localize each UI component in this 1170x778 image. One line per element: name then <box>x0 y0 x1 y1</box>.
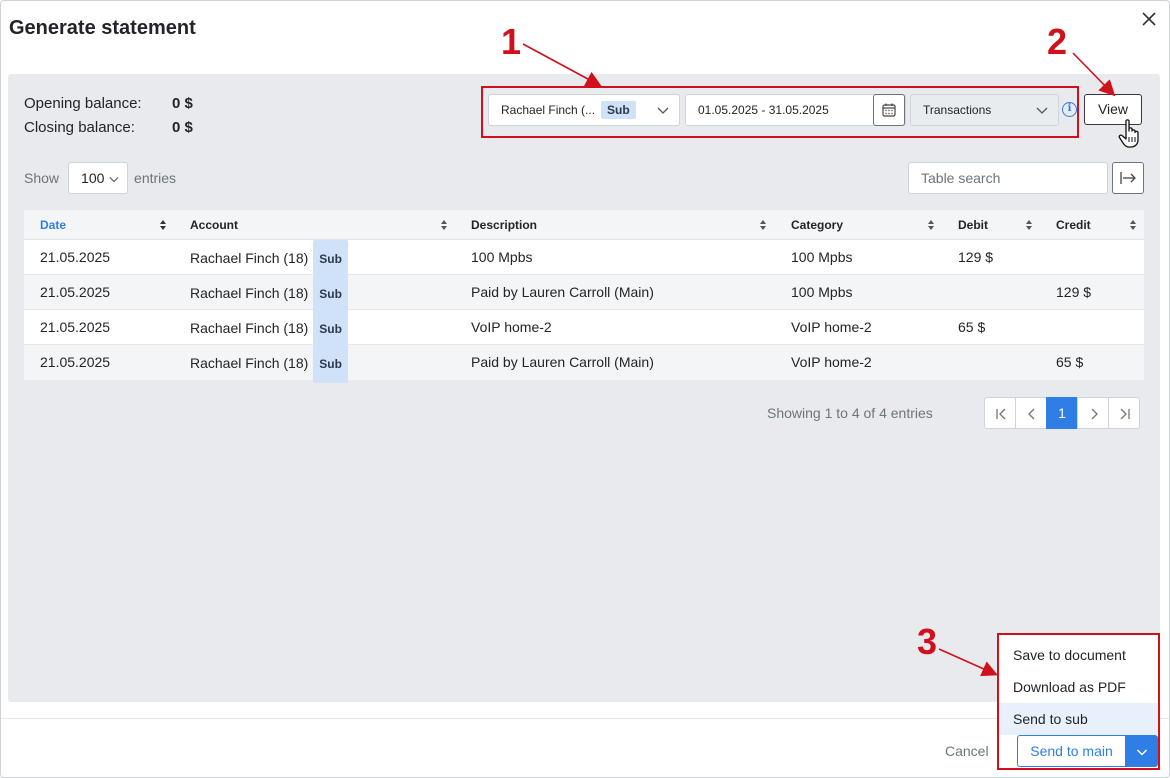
entries-length-control: Show 100 entries <box>24 162 176 194</box>
cell-date: 21.05.2025 <box>40 354 111 370</box>
cell-account: Rachael Finch (18) Sub <box>190 310 348 348</box>
cell-debit: 129 $ <box>958 249 994 265</box>
sort-icon[interactable] <box>1025 219 1033 231</box>
prev-page-button[interactable] <box>1015 397 1047 429</box>
column-header-account[interactable]: Account <box>190 210 238 240</box>
cell-account: Rachael Finch (18) Sub <box>190 275 348 313</box>
first-page-icon <box>996 408 1006 420</box>
table-header: Date Account Description Category Debit … <box>24 210 1144 240</box>
cell-credit: 129 $ <box>1056 284 1092 300</box>
export-arrow-icon <box>1120 172 1136 184</box>
account-link[interactable]: Rachael Finch (18) <box>190 320 308 336</box>
column-header-credit[interactable]: Credit <box>1056 210 1091 240</box>
cell-account: Rachael Finch (18) Sub <box>190 240 348 278</box>
last-page-icon <box>1120 408 1130 420</box>
pointer-hand-icon <box>1118 119 1139 148</box>
cell-description: VoIP home-2 <box>471 319 552 335</box>
annotation-step-3: 3 <box>917 621 938 662</box>
account-link[interactable]: Rachael Finch (18) <box>190 250 308 266</box>
closing-balance: Closing balance: 0 $ <box>24 119 193 136</box>
send-to-main-button[interactable]: Send to main <box>1017 735 1126 767</box>
table-row: 21.05.2025 Rachael Finch (18) Sub VoIP ho… <box>24 310 1144 348</box>
generate-statement-modal: Generate statement Opening balance: 0 $ C… <box>0 0 1170 778</box>
sort-icon[interactable] <box>159 219 167 231</box>
table-row: 21.05.2025 Rachael Finch (18) Sub Paid by… <box>24 275 1144 313</box>
account-type-badge: Sub <box>313 240 348 278</box>
opening-balance-value: 0 $ <box>172 95 193 112</box>
cell-date: 21.05.2025 <box>40 249 111 265</box>
cell-description: Paid by Lauren Carroll (Main) <box>471 354 654 370</box>
annotation-step-1: 1 <box>501 21 522 62</box>
sort-icon[interactable] <box>759 219 767 231</box>
table-row: 21.05.2025 Rachael Finch (18) Sub Paid by… <box>24 345 1144 383</box>
send-to-sub-option[interactable]: Send to sub <box>999 703 1158 735</box>
close-icon[interactable] <box>1139 9 1159 29</box>
download-pdf-option[interactable]: Download as PDF <box>999 671 1158 703</box>
footer-divider <box>1 718 1169 719</box>
closing-balance-label: Closing balance: <box>24 119 135 136</box>
cell-category: 100 Mpbs <box>791 284 853 300</box>
last-page-button[interactable] <box>1108 397 1140 429</box>
account-type-badge: Sub <box>313 310 348 348</box>
statement-panel: Opening balance: 0 $ Closing balance: 0 $ … <box>8 74 1160 702</box>
send-options-toggle[interactable] <box>1126 735 1158 767</box>
next-page-icon <box>1091 408 1098 420</box>
table-search-input[interactable] <box>908 162 1108 194</box>
next-page-button[interactable] <box>1077 397 1109 429</box>
column-header-date[interactable]: Date <box>40 210 66 240</box>
column-header-debit[interactable]: Debit <box>958 210 988 240</box>
table-row: 21.05.2025 Rachael Finch (18) Sub 100 Mpb… <box>24 240 1144 278</box>
prev-page-icon <box>1028 408 1035 420</box>
cell-category: VoIP home-2 <box>791 319 872 335</box>
account-link[interactable]: Rachael Finch (18) <box>190 285 308 301</box>
cell-description: 100 Mpbs <box>471 249 533 265</box>
sort-icon[interactable] <box>927 219 935 231</box>
modal-title: Generate statement <box>9 17 196 39</box>
chevron-down-icon <box>1136 749 1148 756</box>
cell-date: 21.05.2025 <box>40 284 111 300</box>
column-header-category[interactable]: Category <box>791 210 843 240</box>
show-label: Show <box>24 170 60 186</box>
account-type-badge: Sub <box>313 275 348 313</box>
first-page-button[interactable] <box>984 397 1016 429</box>
cell-credit: 65 $ <box>1056 354 1084 370</box>
cell-category: VoIP home-2 <box>791 354 872 370</box>
closing-balance-value: 0 $ <box>172 119 193 136</box>
cell-debit: 65 $ <box>958 319 986 335</box>
transactions-table: Date Account Description Category Debit … <box>24 210 1144 383</box>
entries-select[interactable]: 100 <box>68 162 129 194</box>
pagination-info: Showing 1 to 4 of 4 entries <box>767 405 933 421</box>
export-button[interactable] <box>1112 162 1144 194</box>
filters-highlight-box <box>481 86 1079 138</box>
cell-date: 21.05.2025 <box>40 319 111 335</box>
entries-label: entries <box>134 170 177 186</box>
annotation-step-2: 2 <box>1047 21 1068 62</box>
account-type-badge: Sub <box>313 345 348 383</box>
page-1-button[interactable]: 1 <box>1046 397 1078 429</box>
save-to-document-option[interactable]: Save to document <box>999 639 1158 671</box>
pagination: 1 <box>984 397 1140 429</box>
cell-category: 100 Mpbs <box>791 249 853 265</box>
sort-icon[interactable] <box>1129 219 1137 231</box>
cancel-button[interactable]: Cancel <box>945 743 989 759</box>
sort-icon[interactable] <box>440 219 448 231</box>
column-header-description[interactable]: Description <box>471 210 537 240</box>
chevron-down-icon <box>109 176 119 183</box>
opening-balance: Opening balance: 0 $ <box>24 95 193 112</box>
opening-balance-label: Opening balance: <box>24 95 142 112</box>
cell-account: Rachael Finch (18) Sub <box>190 345 348 383</box>
cell-description: Paid by Lauren Carroll (Main) <box>471 284 654 300</box>
entries-select-value: 100 <box>81 170 105 186</box>
account-link[interactable]: Rachael Finch (18) <box>190 355 308 371</box>
